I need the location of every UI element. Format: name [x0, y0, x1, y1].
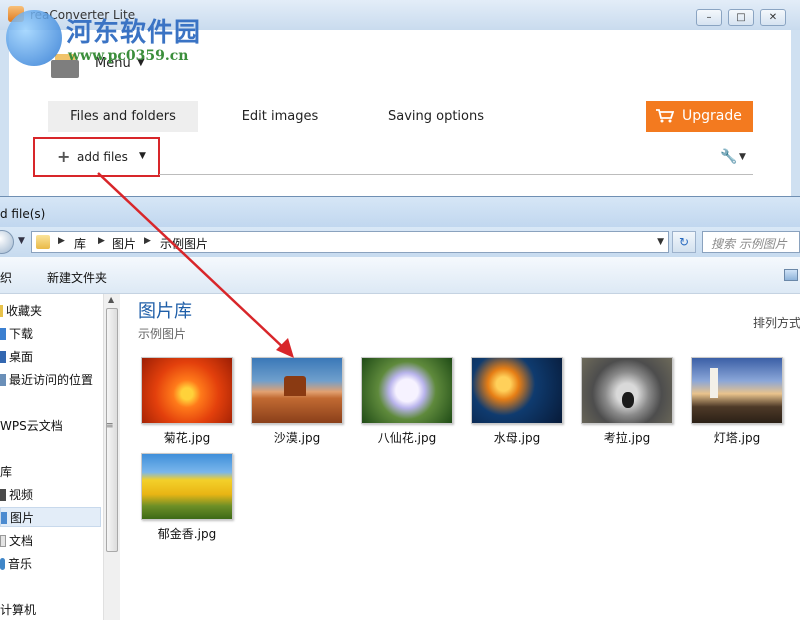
view-options-icon[interactable]	[784, 269, 798, 281]
cart-icon	[656, 109, 674, 123]
libraries-label: 库	[0, 465, 13, 479]
minimize-button[interactable]: –	[696, 9, 722, 26]
thumbnail-image	[471, 357, 563, 424]
search-input[interactable]: 搜索 示例图片	[702, 231, 800, 253]
download-icon	[0, 328, 6, 340]
menu-button[interactable]: Menu	[95, 56, 131, 71]
chevron-right-icon[interactable]: ▶	[144, 236, 151, 246]
file-name: 考拉.jpg	[603, 431, 651, 445]
file-content-area: 图片库 示例图片 排列方式 菊花.jpg 沙漠.jpg 八仙花.jpg 水母.j…	[121, 294, 800, 620]
recent-icon	[0, 374, 6, 386]
thumbnail-image	[141, 453, 233, 520]
chevron-right-icon[interactable]: ▶	[98, 236, 105, 246]
documents-icon	[0, 535, 6, 547]
folder-icon	[36, 235, 50, 249]
grip-icon: ≡	[106, 421, 114, 431]
breadcrumb-library[interactable]: 库	[74, 235, 86, 252]
toolbar-divider	[159, 174, 753, 175]
tab-saving-options[interactable]: Saving options	[381, 101, 491, 132]
navigation-pane: 收藏夹 下载 桌面 最近访问的位置 WPS云文档 库 视频 图片 文档 音乐 计	[0, 294, 103, 620]
back-button[interactable]	[0, 230, 14, 254]
library-subtitle: 示例图片	[138, 327, 187, 341]
library-title: 图片库	[138, 301, 192, 322]
tab-files-and-folders[interactable]: Files and folders	[48, 101, 198, 132]
nav-item-recent[interactable]: 最近访问的位置	[0, 370, 93, 390]
nav-item-wps-cloud[interactable]: WPS云文档	[0, 416, 63, 436]
music-icon	[0, 558, 5, 570]
thumbnail-image	[141, 357, 233, 424]
nav-item-documents[interactable]: 文档	[0, 531, 33, 551]
dialog-titlebar: d file(s)	[0, 197, 800, 227]
add-files-dialog: d file(s) ▼ ▶ 库 ▶ 图片 ▶ 示例图片 ▼ ↻ 搜索 示例图片 …	[0, 197, 800, 620]
file-name: 水母.jpg	[493, 431, 541, 445]
app-client-area: Menu ▼ Files and folders Edit images Sav…	[9, 30, 791, 196]
chevron-right-icon[interactable]: ▶	[58, 236, 65, 246]
thumbnail-image	[251, 357, 343, 424]
tab-edit-images[interactable]: Edit images	[230, 101, 330, 132]
chevron-down-icon[interactable]: ▼	[139, 151, 146, 161]
file-name: 郁金香.jpg	[157, 527, 217, 541]
app-title: reaConverter Lite	[30, 8, 136, 22]
nav-item-computer[interactable]: 计算机	[0, 600, 36, 620]
thumbnail-image	[691, 357, 783, 424]
chevron-down-icon[interactable]: ▼	[739, 152, 746, 162]
nav-item-music[interactable]: 音乐	[0, 554, 32, 574]
add-files-button[interactable]: + add files ▼	[33, 137, 160, 177]
refresh-button[interactable]: ↻	[672, 231, 696, 253]
file-name: 沙漠.jpg	[273, 431, 321, 445]
dialog-title: d file(s)	[0, 207, 46, 221]
wps-cloud-label: WPS云文档	[0, 419, 63, 433]
app-logo-icon	[8, 6, 24, 22]
file-name: 八仙花.jpg	[377, 431, 437, 445]
nav-item-libraries[interactable]: 库	[0, 462, 12, 482]
upgrade-label: Upgrade	[682, 108, 742, 124]
app-window: reaConverter Lite – □ ✕ Menu ▼ Files and…	[0, 0, 800, 197]
nav-item-desktop[interactable]: 桌面	[0, 347, 33, 367]
address-bar[interactable]: ▶ 库 ▶ 图片 ▶ 示例图片 ▼	[31, 231, 669, 253]
navigation-scrollbar[interactable]: ▲ ≡	[103, 294, 120, 620]
wrench-icon[interactable]: 🔧	[720, 149, 738, 165]
chevron-down-icon[interactable]: ▼	[137, 57, 145, 68]
add-files-label: add files	[77, 150, 128, 164]
video-icon	[0, 489, 6, 501]
file-name: 菊花.jpg	[163, 431, 211, 445]
organize-button[interactable]: 织	[0, 269, 12, 286]
scroll-up-icon[interactable]: ▲	[108, 295, 114, 304]
close-button[interactable]: ✕	[760, 9, 786, 26]
breadcrumb-sample-pictures[interactable]: 示例图片	[160, 235, 208, 252]
thumbnail-image	[581, 357, 673, 424]
star-icon	[0, 305, 3, 317]
breadcrumb-pictures[interactable]: 图片	[112, 235, 136, 252]
new-folder-button[interactable]: 新建文件夹	[47, 269, 107, 286]
nav-item-favorites[interactable]: 收藏夹	[0, 301, 42, 321]
desktop-icon	[0, 351, 6, 363]
upgrade-button[interactable]: Upgrade	[646, 101, 753, 132]
address-row: ▼ ▶ 库 ▶ 图片 ▶ 示例图片 ▼ ↻ 搜索 示例图片	[0, 227, 800, 257]
file-name: 灯塔.jpg	[713, 431, 761, 445]
app-titlebar: reaConverter Lite – □ ✕	[0, 0, 800, 30]
chevron-down-icon[interactable]: ▼	[18, 236, 25, 246]
nav-item-pictures[interactable]: 图片	[0, 507, 101, 527]
menu-app-icon[interactable]	[49, 52, 83, 80]
maximize-button[interactable]: □	[728, 9, 754, 26]
pictures-icon	[1, 512, 7, 524]
command-bar: 织 新建文件夹	[0, 257, 800, 294]
arrange-by-button[interactable]: 排列方式	[753, 314, 800, 331]
thumbnail-image	[361, 357, 453, 424]
nav-item-downloads[interactable]: 下载	[0, 324, 33, 344]
plus-icon: +	[57, 147, 71, 166]
nav-item-videos[interactable]: 视频	[0, 485, 33, 505]
chevron-down-icon[interactable]: ▼	[657, 237, 664, 247]
computer-label: 计算机	[0, 603, 37, 617]
